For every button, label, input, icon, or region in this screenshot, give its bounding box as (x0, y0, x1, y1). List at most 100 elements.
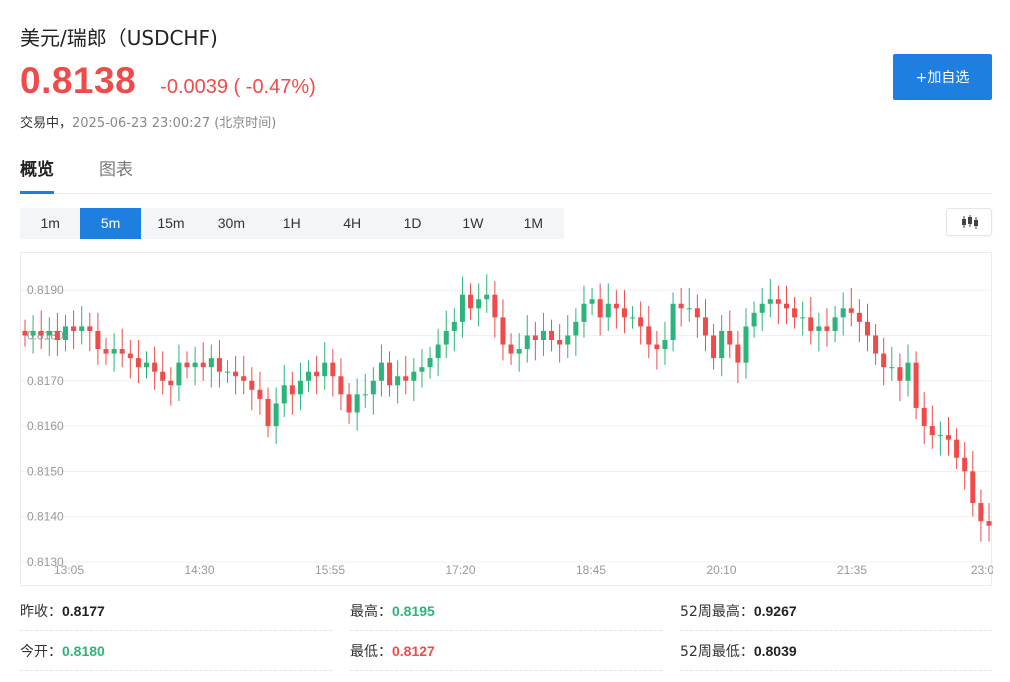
candle-body (451, 321, 457, 331)
candle-body (297, 380, 303, 395)
candle-body (962, 457, 968, 472)
candle-body (314, 371, 320, 377)
candle-body (144, 362, 150, 368)
candle-body (87, 326, 93, 331)
candle-body (484, 294, 490, 300)
candle-body (500, 317, 506, 345)
candle-body (459, 294, 465, 322)
candle-body (524, 335, 530, 350)
candle-body (176, 362, 182, 386)
candle-body (241, 376, 247, 381)
candle-body (71, 326, 77, 331)
tab-overview[interactable]: 概览 (20, 158, 54, 194)
candle-body (808, 317, 814, 331)
candle-body (249, 380, 255, 390)
x-tick-label: 18:45 (576, 563, 606, 577)
stat-value: 0.8180 (62, 643, 105, 659)
candle-body (605, 303, 611, 318)
candle-body (216, 358, 222, 372)
period-1m[interactable]: 1m (20, 208, 80, 239)
candle-body (727, 330, 733, 345)
candlestick-icon (962, 215, 978, 229)
candle-body (411, 371, 417, 381)
candle-body (225, 371, 231, 373)
stat-open: 今开：0.8180 (20, 637, 332, 671)
period-15m[interactable]: 15m (141, 208, 201, 239)
stat-low: 最低：0.8127 (350, 637, 662, 671)
candle-body (403, 376, 409, 381)
candle-body (751, 312, 757, 327)
candle-body (897, 367, 903, 381)
period-1d[interactable]: 1D (382, 208, 442, 239)
stat-value: 0.9267 (753, 603, 797, 619)
candle-body (152, 362, 158, 372)
y-tick-label: 0.8160 (27, 419, 64, 433)
candle-body (921, 407, 927, 427)
candle-body (856, 312, 862, 322)
candle-body (686, 308, 692, 310)
candle-body (273, 403, 279, 427)
stat-value: 0.8039 (753, 643, 797, 659)
candle-body (945, 435, 952, 440)
candle-body (354, 394, 360, 413)
candle-body (613, 303, 619, 309)
y-tick-label: 0.8190 (27, 283, 64, 297)
candle-body (638, 317, 644, 327)
stat-value: 0.8177 (62, 603, 105, 619)
candle-body (395, 376, 401, 386)
candle-body (79, 326, 85, 331)
period-4h[interactable]: 4H (322, 208, 382, 239)
add-watchlist-button[interactable]: +加自选 (893, 54, 992, 100)
period-selector: 1m 5m 15m 30m 1H 4H 1D 1W 1M (20, 208, 564, 239)
candle-body (881, 353, 887, 368)
candle-body (427, 358, 433, 368)
candle-body (476, 299, 482, 309)
tab-chart[interactable]: 图表 (99, 158, 133, 194)
price-row: 0.8138 -0.0039 ( -0.47%) (20, 60, 316, 102)
candle-body (62, 326, 69, 340)
price-change: -0.0039 ( -0.47%) (160, 76, 316, 98)
candle-body (694, 308, 700, 318)
period-1h[interactable]: 1H (262, 208, 322, 239)
x-tick-label: 14:30 (184, 563, 214, 577)
candle-body (492, 294, 498, 318)
candle-body (111, 349, 117, 354)
candle-body (257, 389, 263, 399)
candle-body (200, 362, 206, 368)
price-chart[interactable]: 0.8190 0.8180 0.8170 0.8160 0.8150 0.8140 0.81… (20, 252, 993, 587)
period-5m[interactable]: 5m (80, 208, 141, 239)
candle-body (468, 294, 474, 309)
period-1mo[interactable]: 1M (503, 208, 563, 239)
candle-body (646, 326, 652, 345)
candle-body (824, 326, 830, 331)
y-tick-label: 0.8170 (27, 374, 64, 388)
candle-body (816, 326, 822, 331)
candle-body (306, 371, 312, 381)
candlestick-chart[interactable]: 0.81900.81800.81700.81600.81500.81400.81… (21, 253, 993, 587)
candle-body (913, 362, 919, 408)
chart-type-toggle[interactable] (946, 208, 992, 236)
candle-body (978, 503, 984, 522)
stat-label: 52周最低： (680, 644, 754, 660)
candle-body (387, 362, 393, 386)
candle-body (702, 317, 708, 336)
stat-label: 最低： (350, 644, 392, 660)
candle-body (103, 349, 109, 354)
y-tick-label: 0.8150 (27, 464, 64, 478)
x-tick-label: 17:20 (445, 563, 475, 577)
candle-body (135, 358, 141, 368)
period-1w[interactable]: 1W (443, 208, 503, 239)
candle-body (508, 344, 514, 354)
current-price: 0.8138 (20, 60, 137, 101)
candle-body (889, 367, 895, 369)
x-tick-label: 20:10 (706, 563, 736, 577)
candle-body (549, 330, 555, 340)
x-tick-label: 15:55 (315, 563, 345, 577)
candle-body (573, 321, 579, 336)
candle-body (289, 385, 295, 395)
candle-body (654, 344, 660, 350)
candle-body (208, 358, 214, 368)
candle-body (670, 303, 676, 340)
period-30m[interactable]: 30m (201, 208, 261, 239)
candle-body (905, 362, 911, 381)
